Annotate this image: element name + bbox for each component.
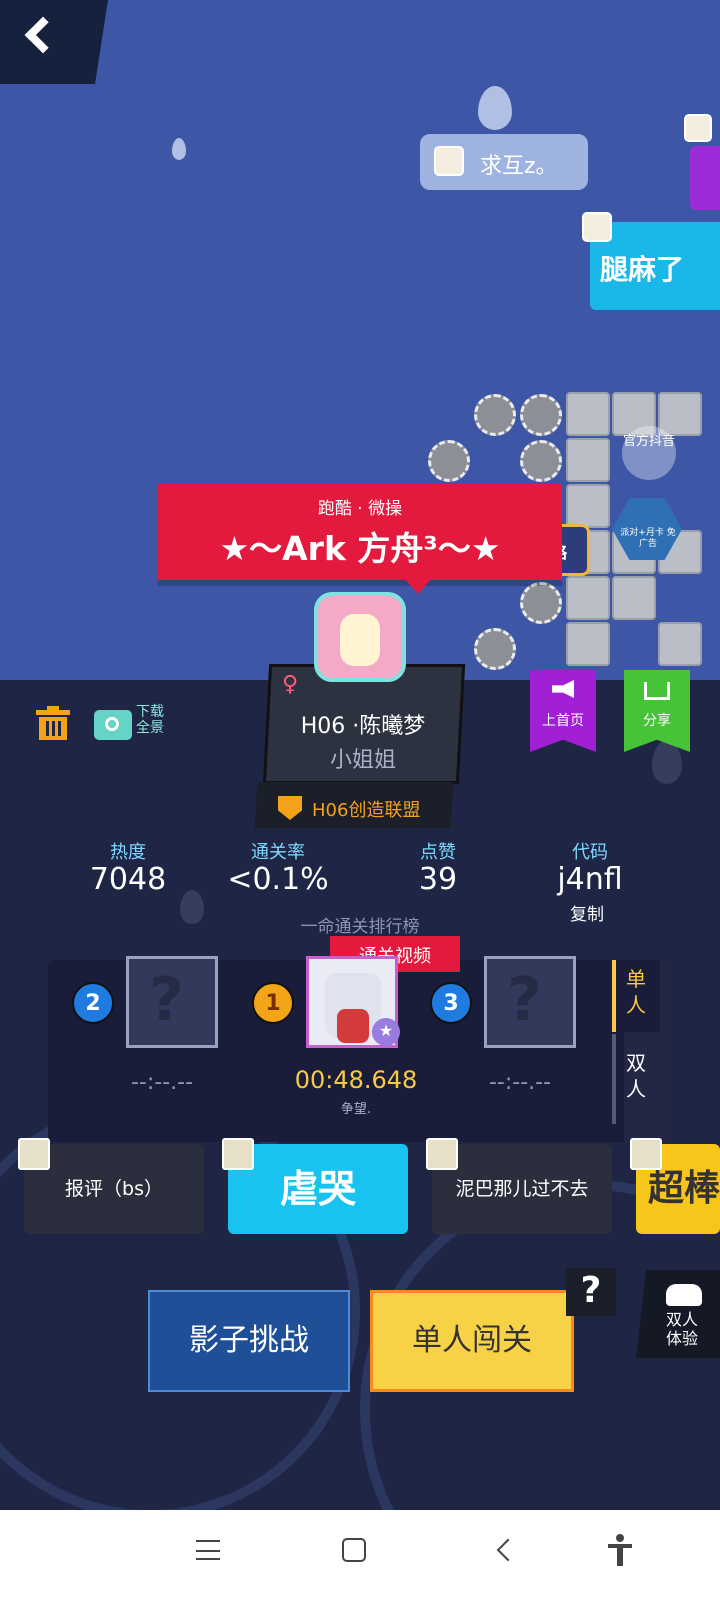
double-try-label: 双人体验 [665,1310,698,1348]
purple-edge-tag [690,146,720,210]
gender-female-icon: ♀ [282,672,299,697]
rank-3-time: --:--.-- [488,1070,552,1095]
author-title: 小姐姐 [329,748,396,773]
home-icon[interactable] [342,1538,366,1562]
rank-1-player: 争望. [340,1102,372,1117]
level-tags: 跑酷 · 微操 [317,499,403,519]
likes-value: 39 [418,862,458,897]
double-try-button[interactable]: 双人体验 [636,1270,720,1358]
level-name: ★～Ark 方舟³～★ [219,529,501,568]
chat-bubble-right-text: 腿麻了 [600,253,685,286]
share-label: 分享 [643,713,671,729]
menu-icon[interactable] [196,1540,220,1560]
shadow-challenge-button[interactable]: 影子挑战 [148,1290,350,1392]
code-value[interactable]: j4nfl [520,862,660,897]
rank-3-avatar[interactable]: ? [484,956,576,1048]
heat-value: 7048 [89,862,167,897]
ad-free-label: 派对+月卡 免广告 [620,528,676,549]
commenter-avatar-icon [434,146,464,176]
help-button[interactable]: ? [566,1268,616,1316]
rank-2-avatar[interactable]: ? [126,956,218,1048]
download-panorama-label: 下载全景 [136,704,164,736]
comment-text: 虐哭 [279,1167,356,1211]
clear-rate-value: <0.1% [227,862,329,897]
official-douyin-button[interactable]: 官方抖音 [622,426,676,480]
tab-double[interactable]: 双人 [612,1034,660,1124]
share-icon [644,682,670,700]
comment-avatar [222,1138,254,1170]
tab-double-label: 双人 [626,1051,646,1101]
two-people-icon [666,1284,702,1306]
clear-rate-label: 通关率 [251,842,305,863]
single-play-button[interactable]: 单人闯关 [370,1290,574,1392]
unknown-player-icon: ? [507,965,542,1035]
chat-bubble: 求互z。 [420,134,588,190]
commenter-avatar-icon [582,212,612,242]
star-badge-icon: ★ [372,1018,400,1046]
comment-item[interactable]: 报评（bs） [24,1144,204,1234]
promote-homepage-label: 上首页 [542,713,584,729]
author-name: H06 ·陈曦梦 [300,714,426,739]
copy-code-button[interactable]: 复制 [570,900,604,925]
unknown-player-icon: ? [149,965,184,1035]
comment-avatar [630,1138,662,1170]
rank-badge-2: 2 [72,982,114,1024]
code-label: 代码 [572,842,608,863]
comment-text: 超棒 [648,1168,720,1209]
chevron-left-icon [24,16,62,54]
tab-single-label: 单人 [626,967,646,1017]
system-navigation-bar [0,1510,720,1600]
ranking-title: 一命通关排行榜 [300,917,420,937]
back-button[interactable] [0,0,108,84]
rank-badge-1: 1 [252,982,294,1024]
author-avatar[interactable] [314,592,406,682]
help-icon: ? [580,1270,602,1311]
back-nav-icon[interactable] [496,1538,520,1562]
level-title-banner: 跑酷 · 微操 ★～Ark 方舟³～★ [158,484,562,580]
trash-icon[interactable] [36,706,70,740]
comment-avatar [426,1138,458,1170]
rank-1-time: 00:48.648 [294,1066,418,1094]
camera-icon [94,710,132,740]
tab-single[interactable]: 单人 [612,960,660,1032]
chat-bubble-text: 求互z。 [480,154,558,179]
comment-item[interactable]: 虐哭 [228,1144,408,1234]
rank-2-time: --:--.-- [130,1070,194,1095]
heat-label: 热度 [110,842,146,863]
comment-item[interactable]: 泥巴那儿过不去 [432,1144,612,1234]
download-panorama-button[interactable]: 下载全景 [94,704,174,746]
likes-label: 点赞 [420,842,456,863]
accessibility-icon[interactable] [608,1534,632,1566]
commenter-avatar-icon [684,114,712,142]
rank-badge-3: 3 [430,982,472,1024]
shadow-challenge-label: 影子挑战 [189,1323,309,1358]
single-play-label: 单人闯关 [412,1323,532,1358]
banner-tail [404,578,432,594]
official-douyin-label: 官方抖音 [622,434,675,449]
comment-text: 泥巴那儿过不去 [455,1178,589,1200]
alliance-name: H06创造联盟 [312,800,421,821]
megaphone-icon [552,680,574,698]
comment-avatar [18,1138,50,1170]
comment-text: 报评（bs） [65,1178,163,1200]
